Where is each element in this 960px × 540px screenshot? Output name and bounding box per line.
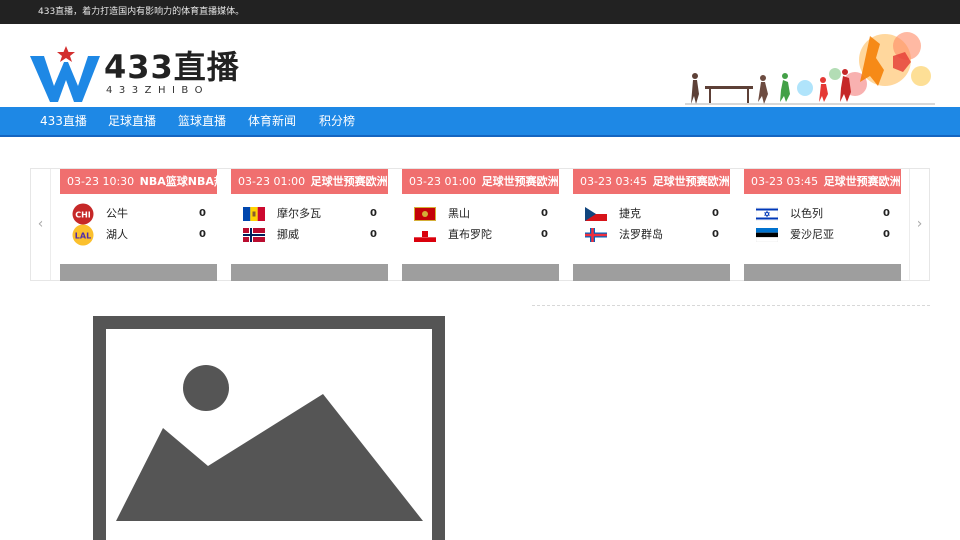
match-header: 03-23 10:30 NBA篮球NBA热身赛	[60, 169, 217, 194]
bulls-logo-icon: CHI	[72, 203, 94, 225]
home-team-name: 黑山	[448, 207, 470, 220]
away-team: 挪威 0	[231, 225, 388, 245]
away-team: 法罗群岛 0	[573, 225, 730, 245]
match-card[interactable]: 03-23 03:45 足球世预赛欧洲区 捷克 0 法罗群岛 0	[573, 169, 730, 281]
home-team-score: 0	[541, 208, 548, 219]
home-team: 摩尔多瓦 0	[231, 204, 388, 224]
away-team-score: 0	[541, 229, 548, 240]
away-team: LAL 湖人 0	[60, 224, 217, 246]
estonia-flag-icon	[756, 228, 778, 242]
away-team-name: 爱沙尼亚	[790, 228, 834, 241]
match-card[interactable]: 03-23 10:30 NBA篮球NBA热身赛 CHI 公牛 0 LAL 湖人 …	[60, 169, 217, 281]
nav-item-football[interactable]: 足球直播	[108, 107, 156, 135]
moldova-flag-icon	[243, 207, 265, 221]
section-divider	[532, 305, 930, 306]
lakers-logo-text: LAL	[75, 232, 91, 241]
gibraltar-flag-icon	[414, 228, 436, 242]
away-team-name: 直布罗陀	[448, 228, 492, 241]
site-tagline: 433直播，着力打造国内有影响力的体育直播媒体。	[38, 7, 245, 17]
match-card[interactable]: 03-23 01:00 足球世预赛欧洲区 摩尔多瓦 0 挪威 0	[231, 169, 388, 281]
match-league: NBA篮球NBA热身赛	[139, 175, 217, 188]
logo-w-star-icon	[30, 46, 100, 102]
czech-flag-icon	[585, 207, 607, 221]
match-footer-bar	[231, 264, 388, 281]
logo-title: 433直播	[104, 48, 240, 86]
match-league: 足球世预赛欧洲区	[310, 175, 388, 188]
match-footer-bar	[573, 264, 730, 281]
home-team: 捷克 0	[573, 204, 730, 224]
home-team-name: 以色列	[790, 207, 823, 220]
away-team-name: 挪威	[277, 228, 299, 241]
main-nav: 433直播 足球直播 篮球直播 体育新闻 积分榜	[0, 107, 960, 137]
match-card[interactable]: 03-23 01:00 足球世预赛欧洲区 黑山 0 直布罗陀 0	[402, 169, 559, 281]
home-team-score: 0	[370, 208, 377, 219]
home-team-score: 0	[712, 208, 719, 219]
match-footer-bar	[60, 264, 217, 281]
norway-flag-icon	[243, 228, 265, 242]
match-card[interactable]: 03-23 03:45 足球世预赛欧洲区 以色列 0 爱沙尼亚 0	[744, 169, 901, 281]
away-team-score: 0	[199, 229, 206, 240]
logo-subtitle: 433ZHIBO	[106, 85, 209, 96]
away-team-score: 0	[883, 229, 890, 240]
carousel-prev-button[interactable]: ‹	[31, 169, 51, 280]
faroe-islands-flag-icon	[585, 228, 607, 242]
match-league: 足球世预赛欧洲区	[652, 175, 730, 188]
match-header: 03-23 01:00 足球世预赛欧洲区	[231, 169, 388, 194]
away-team: 直布罗陀 0	[402, 225, 559, 245]
chevron-right-icon: ›	[916, 216, 923, 232]
match-time: 03-23 03:45	[751, 175, 819, 188]
match-footer-bar	[402, 264, 559, 281]
top-bar: 433直播，着力打造国内有影响力的体育直播媒体。	[0, 0, 960, 24]
home-team-name: 摩尔多瓦	[277, 207, 321, 220]
nav-item-news[interactable]: 体育新闻	[248, 107, 296, 135]
image-placeholder-icon[interactable]	[93, 316, 445, 540]
match-header: 03-23 03:45 足球世预赛欧洲区	[744, 169, 901, 194]
match-header: 03-23 03:45 足球世预赛欧洲区	[573, 169, 730, 194]
match-time: 03-23 03:45	[580, 175, 648, 188]
match-footer-bar	[744, 264, 901, 281]
chevron-left-icon: ‹	[37, 216, 44, 232]
home-team: 黑山 0	[402, 204, 559, 224]
sports-banner-illustration	[685, 32, 935, 105]
match-header: 03-23 01:00 足球世预赛欧洲区	[402, 169, 559, 194]
away-team: 爱沙尼亚 0	[744, 225, 901, 245]
away-team-score: 0	[712, 229, 719, 240]
bulls-logo-text: CHI	[75, 211, 91, 220]
away-team-name: 法罗群岛	[619, 228, 663, 241]
israel-flag-icon	[756, 207, 778, 221]
away-team-score: 0	[370, 229, 377, 240]
nav-item-basketball[interactable]: 篮球直播	[178, 107, 226, 135]
match-league: 足球世预赛欧洲区	[823, 175, 901, 188]
site-logo[interactable]: 433直播 433ZHIBO	[30, 44, 260, 104]
away-team-name: 湖人	[106, 228, 128, 241]
home-team-name: 捷克	[619, 207, 641, 220]
match-time: 03-23 01:00	[238, 175, 306, 188]
lakers-logo-icon: LAL	[72, 224, 94, 246]
match-carousel: ‹ 03-23 10:30 NBA篮球NBA热身赛 CHI 公牛 0 LAL 湖…	[30, 168, 930, 281]
match-time: 03-23 10:30	[67, 175, 135, 188]
match-league: 足球世预赛欧洲区	[481, 175, 559, 188]
home-team: 以色列 0	[744, 204, 901, 224]
home-team-score: 0	[883, 208, 890, 219]
match-time: 03-23 01:00	[409, 175, 477, 188]
home-team-score: 0	[199, 208, 206, 219]
montenegro-flag-icon	[414, 207, 436, 221]
nav-item-home[interactable]: 433直播	[40, 107, 87, 135]
site-header: 433直播 433ZHIBO	[0, 24, 960, 107]
home-team: CHI 公牛 0	[60, 203, 217, 225]
nav-item-standings[interactable]: 积分榜	[319, 107, 355, 135]
carousel-next-button[interactable]: ›	[909, 169, 929, 280]
home-team-name: 公牛	[106, 207, 128, 220]
